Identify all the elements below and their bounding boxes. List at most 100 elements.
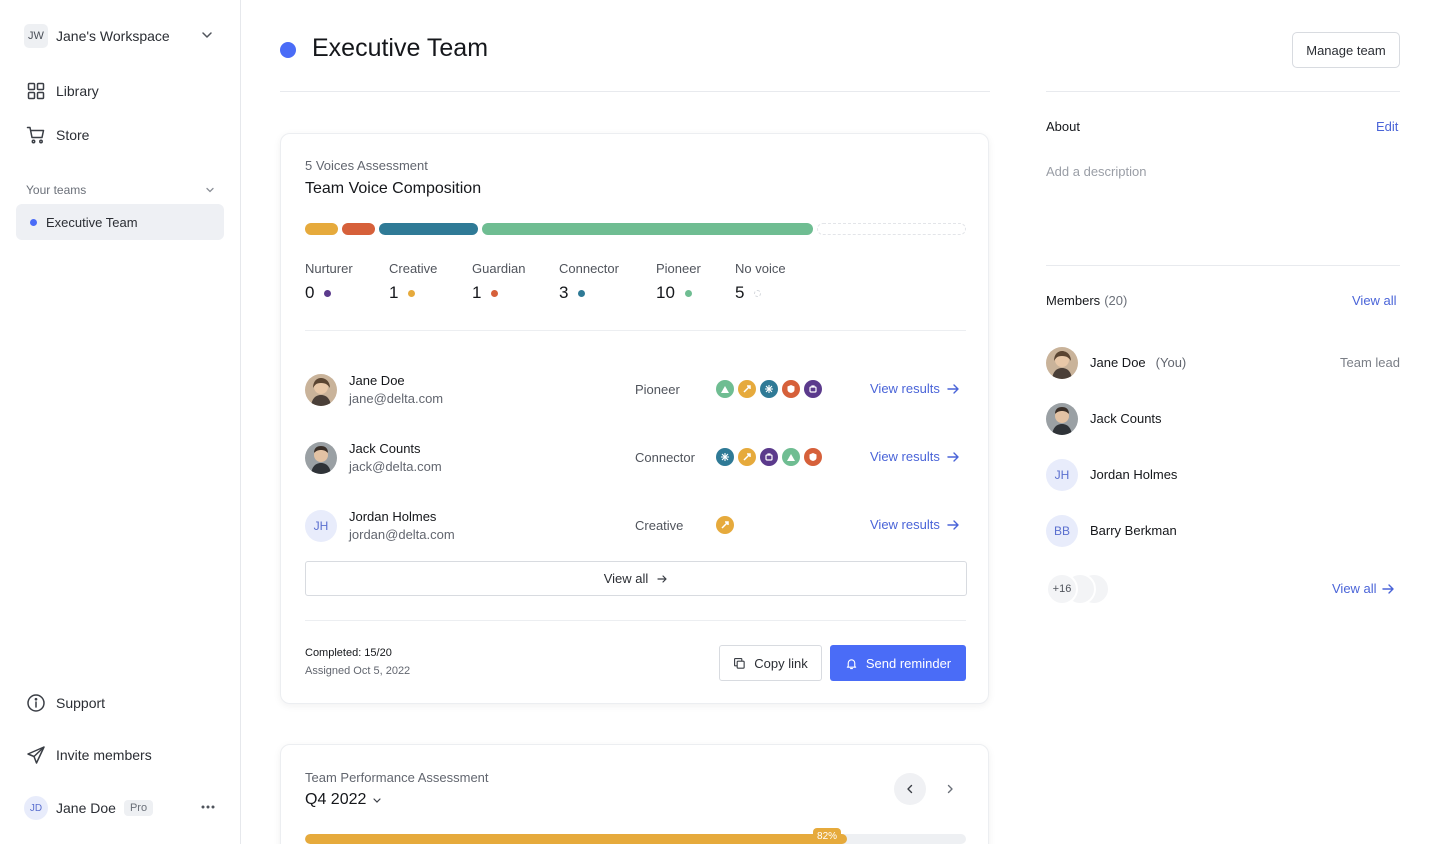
members-heading: Members (20) <box>1046 293 1127 308</box>
voice-stat-creative: Creative 1 <box>389 261 437 303</box>
sidebar-item-executive-team[interactable]: Executive Team <box>16 204 224 240</box>
you-indicator: (You) <box>1155 355 1187 370</box>
voice-count: 3 <box>559 283 569 302</box>
previous-button[interactable] <box>894 773 926 805</box>
creative-icon <box>716 516 734 534</box>
member-name: Jane Doe <box>1090 355 1146 370</box>
member-list-item[interactable]: Jack Counts <box>1046 403 1400 435</box>
workspace-avatar: JW <box>24 24 48 48</box>
chevron-down-icon <box>206 187 214 193</box>
nav-invite-members[interactable]: Invite members <box>26 745 152 765</box>
arrow-right-icon <box>947 451 959 462</box>
assigned-date: Assigned Oct 5, 2022 <box>305 665 411 677</box>
connector-icon <box>760 380 778 398</box>
chevron-down-icon <box>202 32 212 38</box>
send-reminder-button[interactable]: Send reminder <box>830 645 966 681</box>
nav-library[interactable]: Library <box>26 81 99 101</box>
voice-count: 5 <box>735 283 745 302</box>
member-name: Jack Counts <box>349 441 421 456</box>
period-label: Q4 2022 <box>305 791 367 808</box>
voice-count: 1 <box>472 283 482 302</box>
voice-count: 10 <box>656 283 675 302</box>
copy-link-button[interactable]: Copy link <box>719 645 822 681</box>
voice-count: 1 <box>389 283 399 302</box>
table-row: Jane Doe jane@delta.com Pioneer View res… <box>305 370 966 410</box>
member-name: Jordan Holmes <box>349 509 437 524</box>
voice-composition-card: 5 Voices Assessment Team Voice Compositi… <box>280 133 989 704</box>
pioneer-icon <box>716 380 734 398</box>
member-list-item[interactable]: JH Jordan Holmes <box>1046 459 1400 491</box>
period-selector[interactable]: Q4 2022 <box>305 791 382 809</box>
members-count: (20) <box>1104 293 1128 308</box>
progress-percent: 82% <box>813 828 842 844</box>
teams-section-header[interactable]: Your teams <box>26 183 216 197</box>
member-email: jordan@delta.com <box>349 527 455 542</box>
guardian-icon <box>782 380 800 398</box>
connector-icon <box>716 448 734 466</box>
view-results-link[interactable]: View results <box>870 449 960 464</box>
member-name: Jack Counts <box>1090 411 1162 426</box>
voice-color-dot <box>408 289 416 297</box>
avatar <box>305 374 337 406</box>
progress-fill <box>305 834 848 844</box>
sidebar: JW Jane's Workspace Library Store Your t… <box>0 0 241 844</box>
divider <box>1046 265 1400 266</box>
send-icon <box>27 746 45 764</box>
more-options-icon[interactable] <box>200 804 216 810</box>
table-row: JH Jordan Holmes jordan@delta.com Creati… <box>305 506 966 546</box>
voice-stat-connector: Connector 3 <box>559 261 619 303</box>
member-name: Jane Doe <box>349 373 405 388</box>
table-row: Jack Counts jack@delta.com Connector Vie… <box>305 438 966 478</box>
edit-about-link[interactable]: Edit <box>1376 119 1398 134</box>
divider <box>305 620 966 621</box>
members-view-all-bottom-link[interactable]: View all <box>1332 581 1395 596</box>
more-members-stack[interactable]: +16 <box>1046 573 1116 605</box>
avatar: JH <box>1046 459 1078 491</box>
voice-color-dot <box>684 289 692 297</box>
voice-bar-creative <box>305 223 338 235</box>
member-voice: Connector <box>635 450 695 465</box>
divider <box>1046 91 1400 92</box>
voice-label: Guardian <box>472 261 526 276</box>
voice-label: Nurturer <box>305 261 353 276</box>
sidebar-item-label: Executive Team <box>46 214 138 230</box>
member-name: Barry Berkman <box>1090 523 1177 538</box>
member-list-item[interactable]: BB Barry Berkman <box>1046 515 1400 547</box>
nav-support[interactable]: Support <box>26 693 105 713</box>
nav-store[interactable]: Store <box>26 125 89 145</box>
voice-label: Creative <box>389 261 438 276</box>
send-reminder-label: Send reminder <box>865 655 952 671</box>
voice-color-dot <box>578 289 586 297</box>
member-name: Jordan Holmes <box>1090 467 1178 482</box>
creative-icon <box>738 380 756 398</box>
view-results-link[interactable]: View results <box>870 517 960 532</box>
next-button[interactable] <box>934 773 966 805</box>
member-email: jane@delta.com <box>349 391 444 406</box>
card-title: Team Voice Composition <box>305 180 482 197</box>
view-results-label: View results <box>870 517 940 532</box>
view-all-label: View all <box>603 571 649 586</box>
voice-icons <box>716 380 826 398</box>
pioneer-icon <box>782 448 800 466</box>
copy-link-label: Copy link <box>754 655 808 671</box>
arrow-right-icon <box>947 383 959 394</box>
avatar <box>1046 403 1078 435</box>
about-description-placeholder[interactable]: Add a description <box>1046 164 1146 179</box>
view-results-link[interactable]: View results <box>870 381 960 396</box>
bell-icon <box>846 658 857 669</box>
team-color-dot <box>280 42 296 58</box>
voice-bar-connector <box>379 223 478 235</box>
members-view-all-link[interactable]: View all <box>1352 293 1397 308</box>
member-role: Team lead <box>1340 355 1400 370</box>
member-list-item[interactable]: Jane Doe (You) Team lead <box>1046 347 1400 379</box>
voice-color-dot <box>491 289 499 297</box>
view-all-button[interactable]: View all <box>305 561 967 596</box>
current-user[interactable]: JD Jane Doe Pro <box>24 796 220 820</box>
manage-team-button[interactable]: Manage team <box>1292 32 1400 68</box>
voice-stat-pioneer: Pioneer 10 <box>656 261 701 303</box>
grid-icon <box>27 82 45 100</box>
nav-library-label: Library <box>56 83 99 99</box>
avatar: BB <box>1046 515 1078 547</box>
voice-label: No voice <box>735 261 786 276</box>
workspace-switcher[interactable]: JW Jane's Workspace <box>24 23 218 49</box>
